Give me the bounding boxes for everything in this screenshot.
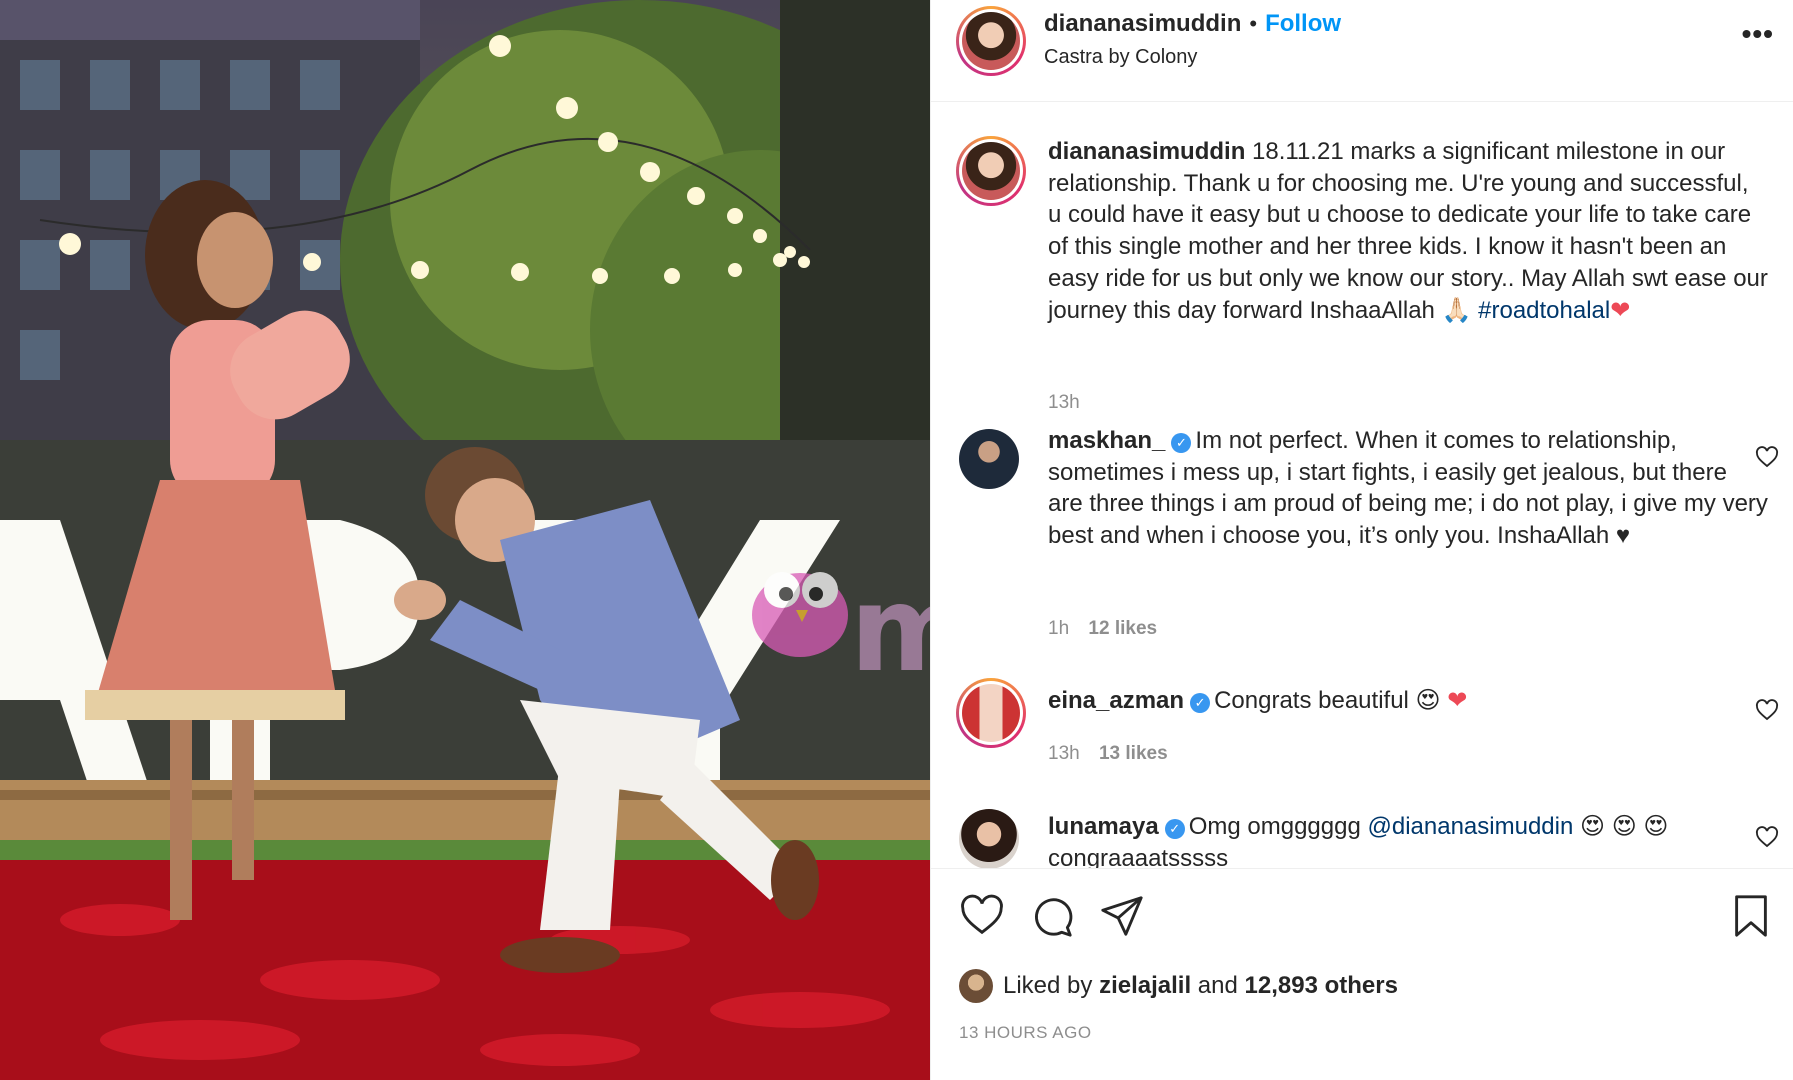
post-sidebar: diananasimuddin • Follow Castra by Colon…: [930, 0, 1793, 1080]
save-bookmark-icon[interactable]: [1728, 893, 1774, 939]
comments-section[interactable]: diananasimuddin 18.11.21 marks a signifi…: [931, 103, 1793, 868]
caption-text: 18.11.21 marks a significant milestone i…: [1048, 138, 1768, 324]
comment-bubble-icon[interactable]: [1029, 893, 1075, 939]
post-header: diananasimuddin • Follow Castra by Colon…: [931, 0, 1793, 102]
watermark-bird-logo: [752, 572, 848, 657]
verified-badge-icon: ✓: [1171, 433, 1192, 453]
watermark-text: murai: [850, 560, 930, 698]
commenter-avatar[interactable]: [956, 678, 1026, 748]
commenter-username[interactable]: eina_azman: [1048, 687, 1184, 714]
hashtag-link[interactable]: #roadtohalal: [1478, 297, 1610, 324]
caption-time[interactable]: 13h: [1048, 392, 1080, 413]
like-comment-heart-icon[interactable]: [1755, 445, 1779, 469]
comment-time[interactable]: 13h: [1048, 743, 1080, 764]
post-photo[interactable]: murai: [0, 0, 930, 1080]
comment-likes[interactable]: 12 likes: [1088, 618, 1157, 639]
commenter-username[interactable]: maskhan_: [1048, 427, 1165, 454]
liked-by-row: Liked by zielajalil and 12,893 others: [959, 969, 1398, 1003]
comment-time[interactable]: 1h: [1048, 618, 1069, 639]
commenter-avatar[interactable]: [959, 429, 1019, 489]
caption-text-block: diananasimuddin 18.11.21 marks a signifi…: [1048, 136, 1768, 326]
heart-eyes-emoji: 😍: [1415, 687, 1441, 714]
caption-avatar[interactable]: [956, 136, 1026, 206]
post-timestamp[interactable]: 13 HOURS AGO: [959, 1023, 1092, 1043]
comment-text: Omg omgggggg: [1188, 813, 1361, 840]
commenter-avatar[interactable]: [959, 809, 1019, 868]
author-username[interactable]: diananasimuddin: [1044, 10, 1241, 38]
author-avatar[interactable]: [956, 6, 1026, 76]
post-location[interactable]: Castra by Colony: [1044, 46, 1197, 69]
caption-username[interactable]: diananasimuddin: [1048, 138, 1245, 165]
verified-badge-icon: ✓: [1190, 693, 1211, 713]
post-actions: Liked by zielajalil and 12,893 others 13…: [931, 868, 1793, 1080]
mention-link[interactable]: @diananasimuddin: [1368, 813, 1574, 840]
comment-text: Congrats beautiful: [1214, 687, 1409, 714]
comment-meta: 13h 13 likes: [1048, 743, 1182, 765]
comment-meta: 1h 12 likes: [1048, 618, 1171, 640]
like-comment-heart-icon[interactable]: [1755, 698, 1779, 722]
liked-by-prefix: Liked by: [1003, 972, 1093, 999]
red-heart-emoji: ❤: [1447, 687, 1468, 714]
share-paper-plane-icon[interactable]: [1099, 893, 1145, 939]
heart-eyes-emoji: 😍 😍 😍: [1580, 813, 1669, 840]
commenter-username[interactable]: lunamaya: [1048, 813, 1159, 840]
praying-hands-emoji: 🙏🏻: [1441, 296, 1472, 324]
liked-by-and: and: [1197, 972, 1238, 999]
more-options-icon[interactable]: •••: [1742, 18, 1774, 50]
verified-badge-icon: ✓: [1164, 819, 1185, 839]
like-heart-icon[interactable]: [959, 893, 1005, 939]
like-comment-heart-icon[interactable]: [1755, 825, 1779, 849]
comment-text-block: eina_azman ✓ Congrats beautiful 😍 ❤: [1048, 685, 1768, 717]
follow-button[interactable]: Follow: [1265, 10, 1341, 38]
comment-text-block: lunamaya ✓ Omg omgggggg @diananasimuddin 😍…: [1048, 811, 1768, 868]
separator-dot: •: [1249, 11, 1258, 36]
comment-text-block: maskhan_ ✓ Im not perfect. When it comes t…: [1048, 425, 1768, 552]
liker-avatar[interactable]: [959, 969, 993, 1003]
comment-text-continued: congraaaatsssss: [1048, 844, 1229, 868]
liked-by-user[interactable]: zielajalil: [1099, 972, 1191, 1000]
red-heart-emoji: ❤: [1610, 296, 1631, 324]
caption-meta: 13h: [1048, 392, 1094, 414]
comment-likes[interactable]: 13 likes: [1099, 743, 1168, 764]
proposal-photo-illustration: [0, 0, 930, 1080]
liked-by-others[interactable]: 12,893 others: [1245, 972, 1398, 1000]
